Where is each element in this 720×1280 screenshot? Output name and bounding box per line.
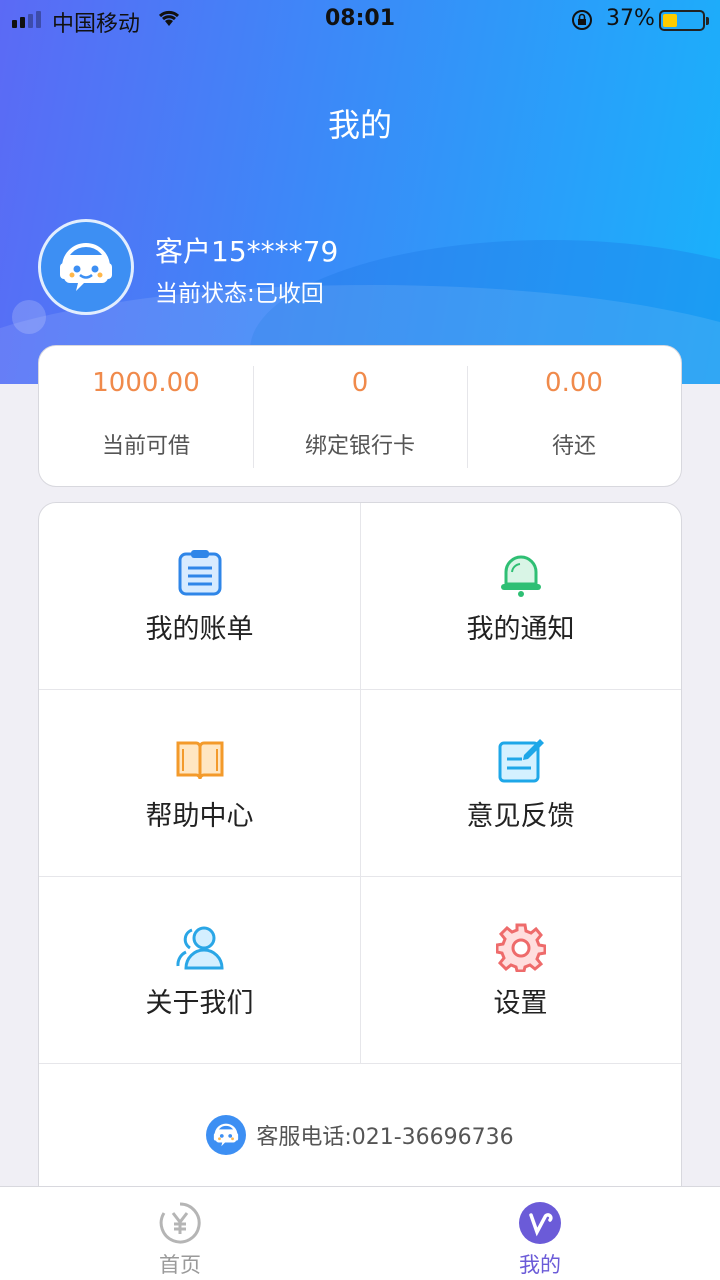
status-bar: 中国移动 08:01 37% bbox=[0, 0, 720, 40]
header-banner bbox=[0, 0, 720, 384]
menu-card: 我的账单 我的通知 帮助中心 意见反馈 关于我们 设置 客服电话:021-366… bbox=[38, 502, 682, 1222]
profile-v-icon bbox=[519, 1202, 561, 1244]
rotation-lock-icon bbox=[570, 8, 594, 38]
book-icon bbox=[174, 734, 226, 786]
stat-available[interactable]: 1000.00 当前可借 bbox=[39, 346, 253, 486]
menu-label: 设置 bbox=[493, 988, 548, 1019]
bell-icon bbox=[495, 547, 547, 599]
customer-service[interactable]: 客服电话:021-36696736 bbox=[39, 1115, 681, 1155]
tab-home[interactable]: 首页 bbox=[0, 1187, 360, 1280]
tab-label: 我的 bbox=[519, 1253, 561, 1277]
stats-card: 1000.00 当前可借 0 绑定银行卡 0.00 待还 bbox=[38, 345, 682, 487]
bill-icon bbox=[174, 547, 226, 599]
yen-icon bbox=[159, 1202, 201, 1244]
battery-icon bbox=[659, 10, 709, 31]
divider bbox=[39, 1063, 681, 1064]
stat-label: 当前可借 bbox=[101, 434, 190, 459]
stat-label: 绑定银行卡 bbox=[304, 434, 415, 459]
menu-label: 帮助中心 bbox=[145, 801, 254, 832]
menu-item-feedback[interactable]: 意见反馈 bbox=[360, 690, 681, 877]
menu-item-about[interactable]: 关于我们 bbox=[39, 877, 360, 1064]
header-bubble bbox=[12, 300, 46, 334]
menu-item-help[interactable]: 帮助中心 bbox=[39, 690, 360, 877]
menu-label: 意见反馈 bbox=[466, 801, 575, 832]
user-status: 当前状态:已收回 bbox=[155, 281, 324, 307]
stat-bank-cards[interactable]: 0 绑定银行卡 bbox=[253, 346, 467, 486]
page-title: 我的 bbox=[327, 106, 392, 144]
gear-icon bbox=[495, 921, 547, 973]
stat-repay[interactable]: 0.00 待还 bbox=[467, 346, 681, 486]
menu-item-notice[interactable]: 我的通知 bbox=[360, 503, 681, 690]
battery-percent: 37% bbox=[606, 6, 655, 31]
service-robot-icon bbox=[206, 1115, 247, 1155]
robot-avatar-icon bbox=[60, 243, 112, 291]
menu-label: 我的通知 bbox=[466, 614, 575, 645]
feedback-icon bbox=[495, 734, 547, 786]
tab-bar: 首页 我的 bbox=[0, 1186, 720, 1280]
stat-value: 0.00 bbox=[545, 368, 603, 398]
service-phone: 客服电话:021-36696736 bbox=[256, 1125, 514, 1150]
divider bbox=[360, 503, 361, 1063]
users-icon bbox=[174, 921, 226, 973]
tab-mine[interactable]: 我的 bbox=[360, 1187, 720, 1280]
menu-item-bill[interactable]: 我的账单 bbox=[39, 503, 360, 690]
menu-label: 我的账单 bbox=[145, 614, 254, 645]
stat-label: 待还 bbox=[551, 434, 596, 459]
tab-label: 首页 bbox=[159, 1253, 201, 1277]
stat-value: 1000.00 bbox=[92, 368, 200, 398]
menu-item-settings[interactable]: 设置 bbox=[360, 877, 681, 1064]
user-avatar[interactable] bbox=[38, 219, 134, 315]
menu-label: 关于我们 bbox=[145, 988, 254, 1019]
stat-value: 0 bbox=[351, 368, 369, 398]
user-name: 客户15****79 bbox=[155, 235, 339, 268]
